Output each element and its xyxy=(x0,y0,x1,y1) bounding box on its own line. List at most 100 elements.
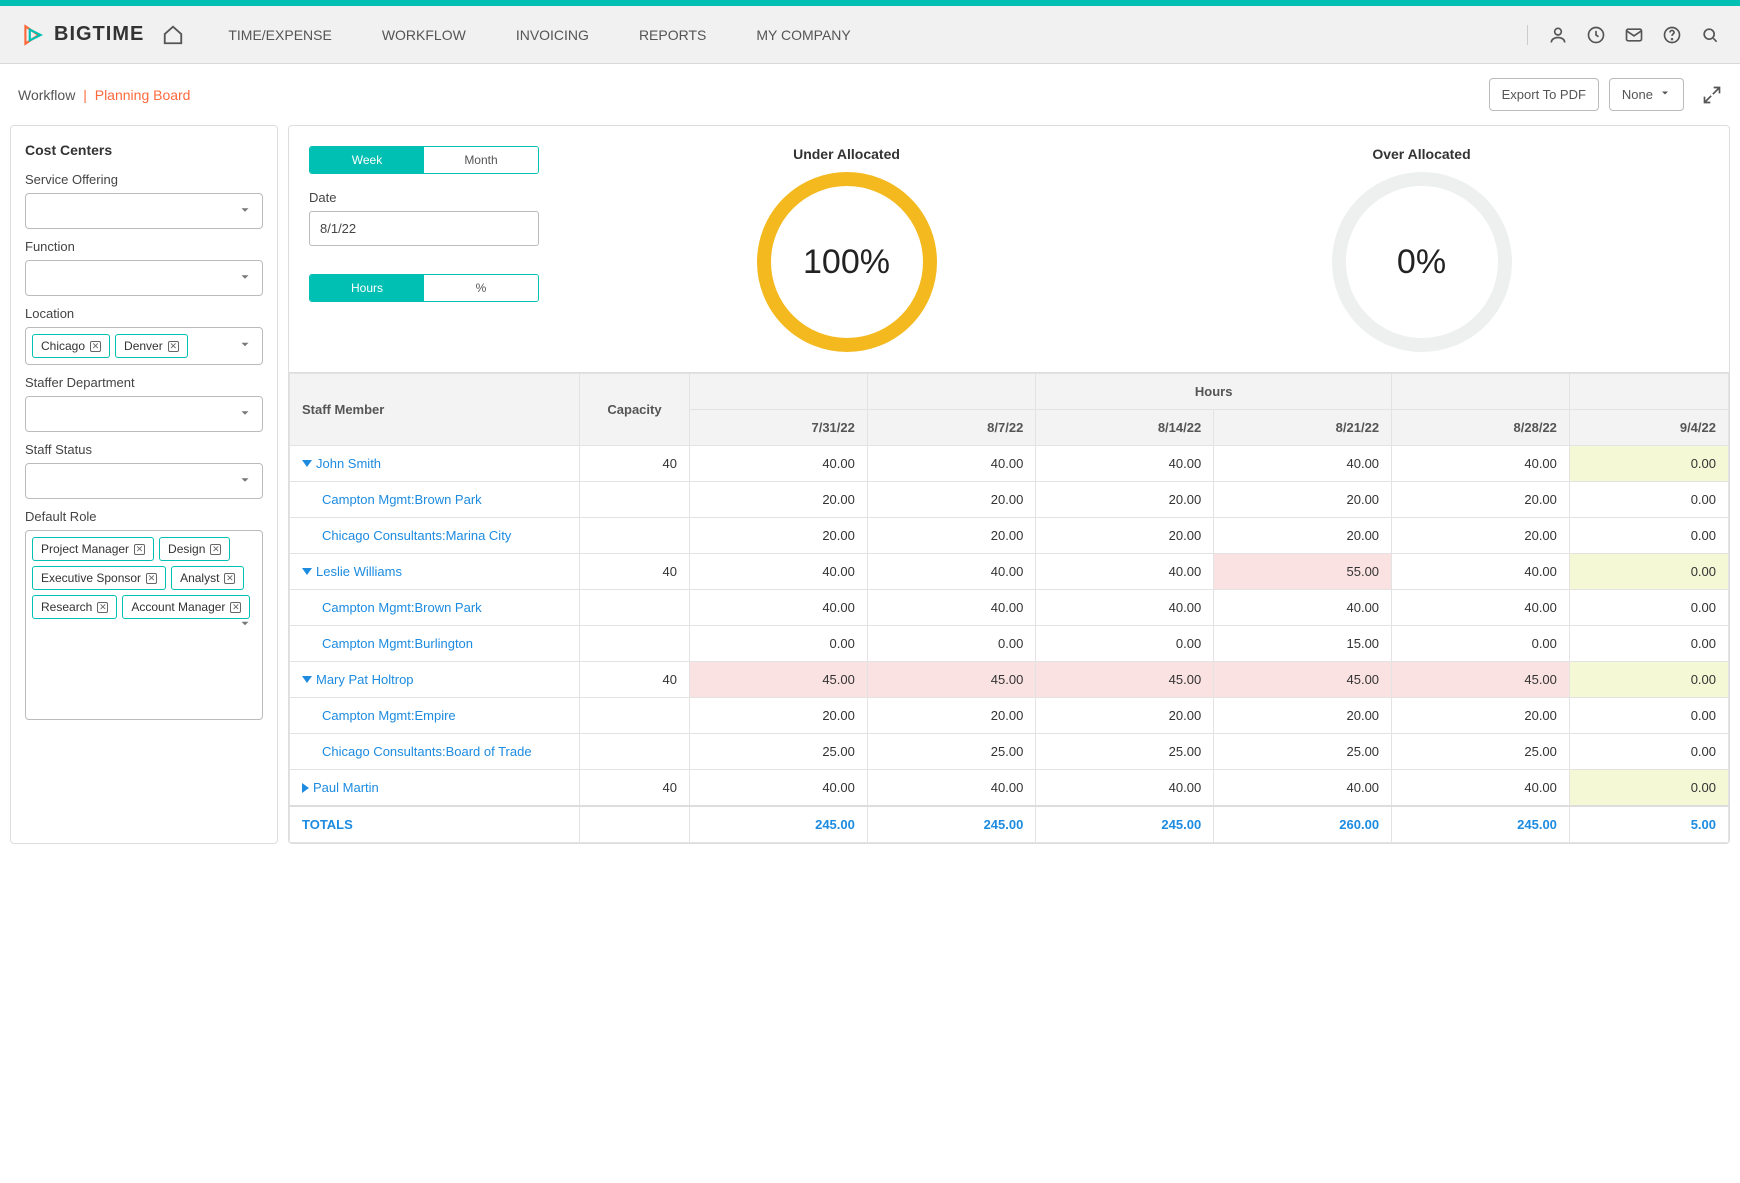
cell-hours[interactable]: 20.00 xyxy=(1214,698,1392,734)
help-icon[interactable] xyxy=(1662,25,1682,45)
select-status[interactable] xyxy=(25,463,263,499)
cell-hours[interactable]: 0.00 xyxy=(1569,626,1728,662)
expand-icon[interactable] xyxy=(302,676,312,683)
nav-item-my-company[interactable]: MY COMPANY xyxy=(756,27,850,43)
cell-hours[interactable]: 0.00 xyxy=(1569,734,1728,770)
nav-item-workflow[interactable]: WORKFLOW xyxy=(382,27,466,43)
expand-icon[interactable] xyxy=(302,783,309,793)
search-icon[interactable] xyxy=(1700,25,1720,45)
unit-percent[interactable]: % xyxy=(424,275,538,301)
select-function[interactable] xyxy=(25,260,263,296)
cell-hours[interactable]: 0.00 xyxy=(1392,626,1570,662)
cell-hours[interactable]: 40.00 xyxy=(1214,590,1392,626)
home-icon[interactable] xyxy=(162,24,184,46)
cell-hours[interactable]: 0.00 xyxy=(867,626,1035,662)
cell-hours[interactable]: 40.00 xyxy=(1036,446,1214,482)
cell-hours[interactable]: 20.00 xyxy=(1036,482,1214,518)
select-location[interactable]: Chicago✕Denver✕ xyxy=(25,327,263,365)
project-link[interactable]: Campton Mgmt:Brown Park xyxy=(302,492,567,507)
project-link[interactable]: Campton Mgmt:Empire xyxy=(302,708,567,723)
nav-item-invoicing[interactable]: INVOICING xyxy=(516,27,589,43)
cell-hours[interactable]: 20.00 xyxy=(867,482,1035,518)
cell-hours[interactable]: 40.00 xyxy=(1036,554,1214,590)
cell-hours[interactable]: 20.00 xyxy=(1392,518,1570,554)
cell-hours[interactable]: 0.00 xyxy=(1569,554,1728,590)
cell-hours[interactable]: 25.00 xyxy=(867,734,1035,770)
cell-hours[interactable]: 45.00 xyxy=(1036,662,1214,698)
mail-icon[interactable] xyxy=(1624,25,1644,45)
chip-remove-icon[interactable]: ✕ xyxy=(168,341,179,352)
cell-hours[interactable]: 20.00 xyxy=(690,518,868,554)
period-month[interactable]: Month xyxy=(424,147,538,173)
staff-link[interactable]: Leslie Williams xyxy=(302,564,567,579)
cell-hours[interactable]: 40.00 xyxy=(690,590,868,626)
cell-hours[interactable]: 45.00 xyxy=(867,662,1035,698)
cell-hours[interactable]: 25.00 xyxy=(1214,734,1392,770)
cell-hours[interactable]: 20.00 xyxy=(867,698,1035,734)
breadcrumb-root[interactable]: Workflow xyxy=(18,87,75,103)
cell-hours[interactable]: 0.00 xyxy=(1569,482,1728,518)
cell-hours[interactable]: 45.00 xyxy=(1214,662,1392,698)
cell-hours[interactable]: 45.00 xyxy=(690,662,868,698)
cell-hours[interactable]: 0.00 xyxy=(1036,626,1214,662)
period-week[interactable]: Week xyxy=(310,147,424,173)
cell-hours[interactable]: 25.00 xyxy=(1036,734,1214,770)
cell-hours[interactable]: 40.00 xyxy=(1214,446,1392,482)
cell-hours[interactable]: 20.00 xyxy=(1392,482,1570,518)
allocation-table-wrap[interactable]: Staff Member Capacity Hours 7/31/228/7/2… xyxy=(289,372,1729,843)
cell-hours[interactable]: 40.00 xyxy=(1214,770,1392,807)
cell-hours[interactable]: 40.00 xyxy=(1036,590,1214,626)
cell-hours[interactable]: 55.00 xyxy=(1214,554,1392,590)
project-link[interactable]: Chicago Consultants:Board of Trade xyxy=(302,744,567,759)
cell-hours[interactable]: 25.00 xyxy=(1392,734,1570,770)
cell-hours[interactable]: 40.00 xyxy=(867,590,1035,626)
cell-hours[interactable]: 25.00 xyxy=(690,734,868,770)
view-dropdown[interactable]: None xyxy=(1609,78,1684,111)
staff-link[interactable]: John Smith xyxy=(302,456,567,471)
cell-hours[interactable]: 0.00 xyxy=(1569,698,1728,734)
chip-remove-icon[interactable]: ✕ xyxy=(134,544,145,555)
cell-hours[interactable]: 20.00 xyxy=(690,698,868,734)
user-icon[interactable] xyxy=(1548,25,1568,45)
staff-link[interactable]: Paul Martin xyxy=(302,780,567,795)
staff-link[interactable]: Mary Pat Holtrop xyxy=(302,672,567,687)
project-link[interactable]: Chicago Consultants:Marina City xyxy=(302,528,567,543)
cell-hours[interactable]: 40.00 xyxy=(1392,554,1570,590)
chip-remove-icon[interactable]: ✕ xyxy=(90,341,101,352)
cell-hours[interactable]: 40.00 xyxy=(1392,770,1570,807)
expand-icon[interactable] xyxy=(302,568,312,575)
cell-hours[interactable]: 40.00 xyxy=(1036,770,1214,807)
cell-hours[interactable]: 0.00 xyxy=(1569,662,1728,698)
select-service-offering[interactable] xyxy=(25,193,263,229)
cell-hours[interactable]: 0.00 xyxy=(1569,770,1728,807)
cell-hours[interactable]: 0.00 xyxy=(1569,446,1728,482)
select-default-role[interactable]: Project Manager✕Design✕Executive Sponsor… xyxy=(25,530,263,720)
cell-hours[interactable]: 0.00 xyxy=(1569,518,1728,554)
chip-remove-icon[interactable]: ✕ xyxy=(224,573,235,584)
cell-hours[interactable]: 20.00 xyxy=(1036,698,1214,734)
expand-icon[interactable] xyxy=(1702,85,1722,105)
expand-icon[interactable] xyxy=(302,460,312,467)
cell-hours[interactable]: 20.00 xyxy=(1392,698,1570,734)
clock-icon[interactable] xyxy=(1586,25,1606,45)
nav-item-time-expense[interactable]: TIME/EXPENSE xyxy=(228,27,331,43)
cell-hours[interactable]: 20.00 xyxy=(690,482,868,518)
cell-hours[interactable]: 0.00 xyxy=(1569,590,1728,626)
cell-hours[interactable]: 40.00 xyxy=(690,554,868,590)
cell-hours[interactable]: 45.00 xyxy=(1392,662,1570,698)
project-link[interactable]: Campton Mgmt:Brown Park xyxy=(302,600,567,615)
chip-remove-icon[interactable]: ✕ xyxy=(146,573,157,584)
unit-hours[interactable]: Hours xyxy=(310,275,424,301)
cell-hours[interactable]: 40.00 xyxy=(867,446,1035,482)
cell-hours[interactable]: 40.00 xyxy=(867,554,1035,590)
chip-remove-icon[interactable]: ✕ xyxy=(230,602,241,613)
cell-hours[interactable]: 20.00 xyxy=(867,518,1035,554)
cell-hours[interactable]: 40.00 xyxy=(1392,590,1570,626)
cell-hours[interactable]: 40.00 xyxy=(1392,446,1570,482)
date-input[interactable] xyxy=(309,211,539,246)
cell-hours[interactable]: 40.00 xyxy=(867,770,1035,807)
chip-remove-icon[interactable]: ✕ xyxy=(210,544,221,555)
cell-hours[interactable]: 20.00 xyxy=(1036,518,1214,554)
cell-hours[interactable]: 0.00 xyxy=(690,626,868,662)
cell-hours[interactable]: 15.00 xyxy=(1214,626,1392,662)
